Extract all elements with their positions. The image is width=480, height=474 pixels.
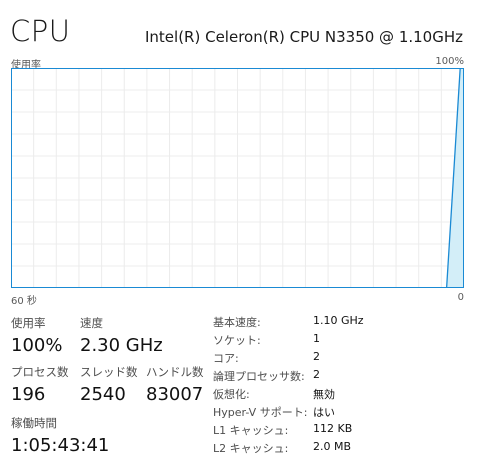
prop-label: コア: xyxy=(213,352,239,365)
page-title: CPU xyxy=(10,14,71,48)
prop-value: 2 xyxy=(313,368,320,381)
prop-base-speed: 基本速度: 1.10 GHz xyxy=(213,314,453,332)
prop-label: Hyper-V サポート: xyxy=(213,406,308,419)
stat-speed-value: 2.30 GHz xyxy=(80,335,163,356)
prop-label: 基本速度: xyxy=(213,316,261,329)
prop-value: 1 xyxy=(313,332,320,345)
stat-usage-value: 100% xyxy=(11,335,63,356)
stat-processes-label: プロセス数 xyxy=(11,365,69,379)
stat-threads-value: 2540 xyxy=(80,384,126,405)
stat-handles: ハンドル数 83007 xyxy=(146,364,204,405)
stat-processes-value: 196 xyxy=(11,384,46,405)
graph-x-right-label: 0 xyxy=(457,292,464,303)
stat-threads: スレッド数 2540 xyxy=(80,364,138,405)
prop-value: 2.0 MB xyxy=(313,440,352,453)
prop-label: L2 キャッシュ: xyxy=(213,442,289,455)
stat-handles-value: 83007 xyxy=(146,384,204,405)
prop-cores: コア: 2 xyxy=(213,350,453,368)
prop-logical-processors: 論理プロセッサ数: 2 xyxy=(213,368,453,386)
processor-name: Intel(R) Celeron(R) CPU N3350 @ 1.10GHz xyxy=(145,28,463,46)
prop-l2-cache: L2 キャッシュ: 2.0 MB xyxy=(213,440,453,458)
prop-value: はい xyxy=(313,406,335,419)
graph-x-left-label: 60 秒 xyxy=(11,296,37,307)
cpu-usage-graph[interactable] xyxy=(11,68,464,288)
stat-uptime-value: 1:05:43:41 xyxy=(11,435,110,456)
graph-y-max-label: 100% xyxy=(435,56,464,67)
stat-usage-label: 使用率 xyxy=(11,316,46,330)
stat-uptime-label: 稼働時間 xyxy=(11,416,57,430)
prop-virtualization: 仮想化: 無効 xyxy=(213,386,453,404)
prop-value: 2 xyxy=(313,350,320,363)
stat-uptime: 稼働時間 1:05:43:41 xyxy=(11,415,109,456)
prop-label: L1 キャッシュ: xyxy=(213,424,289,437)
stat-speed: 速度 2.30 GHz xyxy=(80,315,163,356)
prop-value: 無効 xyxy=(313,388,335,401)
prop-label: ソケット: xyxy=(213,334,261,347)
stat-threads-label: スレッド数 xyxy=(80,365,138,379)
graph-grid xyxy=(11,68,464,288)
stat-speed-label: 速度 xyxy=(80,316,103,330)
prop-hyperv: Hyper-V サポート: はい xyxy=(213,404,453,422)
prop-sockets: ソケット: 1 xyxy=(213,332,453,350)
prop-label: 論理プロセッサ数: xyxy=(213,370,305,383)
prop-value: 112 KB xyxy=(313,422,353,435)
prop-l1-cache: L1 キャッシュ: 112 KB xyxy=(213,422,453,440)
stat-handles-label: ハンドル数 xyxy=(146,365,204,379)
prop-label: 仮想化: xyxy=(213,388,250,401)
prop-value: 1.10 GHz xyxy=(313,314,364,327)
stat-processes: プロセス数 196 xyxy=(11,364,69,405)
stat-usage: 使用率 100% xyxy=(11,315,62,356)
